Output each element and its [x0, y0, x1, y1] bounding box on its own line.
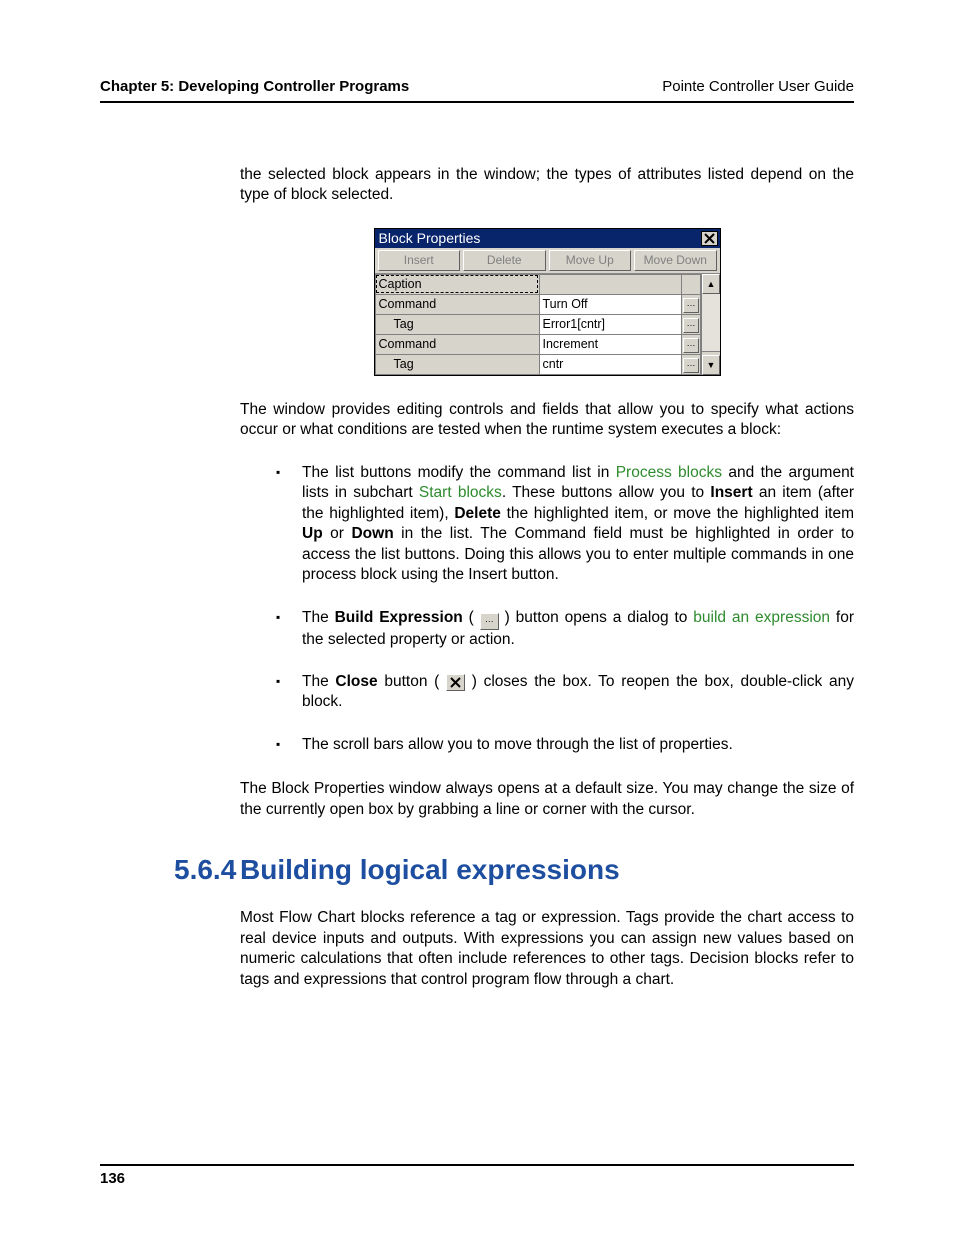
property-ellipsis-cell[interactable]: … [682, 294, 701, 314]
dialog-toolbar: Insert Delete Move Up Move Down [375, 248, 720, 274]
properties-table: CaptionCommandTurn Off…TagError1[cntr]…C… [375, 274, 702, 375]
table-row: CommandIncrement… [375, 334, 701, 354]
property-value[interactable] [539, 274, 682, 294]
ellipsis-icon[interactable]: … [683, 298, 699, 313]
table-row: CommandTurn Off… [375, 294, 701, 314]
scroll-down-icon[interactable]: ▼ [702, 355, 719, 375]
property-value[interactable]: Turn Off [539, 294, 682, 314]
dialog-grid: CaptionCommandTurn Off…TagError1[cntr]…C… [375, 274, 720, 375]
page-header: Chapter 5: Developing Controller Program… [100, 78, 854, 103]
block-properties-dialog: Block Properties Insert Delete Move Up M… [374, 228, 721, 376]
scroll-up-icon[interactable]: ▲ [702, 274, 719, 294]
document-page: Chapter 5: Developing Controller Program… [0, 0, 954, 1235]
property-label[interactable]: Tag [375, 354, 539, 374]
move-up-button[interactable]: Move Up [549, 250, 632, 271]
property-label[interactable]: Tag [375, 314, 539, 334]
property-ellipsis-cell [682, 274, 701, 294]
property-ellipsis-cell[interactable]: … [682, 314, 701, 334]
bullet-list: The list buttons modify the command list… [240, 463, 854, 756]
build-expression-icon[interactable] [480, 613, 499, 630]
build-expression-link[interactable]: build an expression [693, 609, 830, 626]
property-ellipsis-cell[interactable]: … [682, 334, 701, 354]
close-button-icon[interactable] [446, 674, 465, 691]
paragraph-after-bullets: The Block Properties window always opens… [240, 779, 854, 820]
intro-paragraph: the selected block appears in the window… [240, 165, 854, 206]
list-item: The Close button ( ) closes the box. To … [276, 672, 854, 713]
move-down-button[interactable]: Move Down [634, 250, 717, 271]
list-item: The list buttons modify the command list… [276, 463, 854, 586]
guide-title: Pointe Controller User Guide [662, 78, 854, 95]
ellipsis-icon[interactable]: … [683, 358, 699, 373]
section-title: Building logical expressions [240, 854, 620, 886]
section-number: 5.6.4 [100, 854, 240, 886]
table-row: Caption [375, 274, 701, 294]
section-paragraph: Most Flow Chart blocks reference a tag o… [240, 908, 854, 990]
table-row: Tagcntr… [375, 354, 701, 374]
page-footer: 136 [100, 1164, 854, 1187]
close-icon[interactable] [701, 231, 718, 246]
property-value[interactable]: cntr [539, 354, 682, 374]
start-blocks-link[interactable]: Start blocks [419, 484, 502, 501]
list-item: The scroll bars allow you to move throug… [276, 735, 854, 755]
scrollbar-track[interactable] [702, 294, 719, 351]
section-heading: 5.6.4 Building logical expressions [100, 854, 854, 886]
ellipsis-icon[interactable]: … [683, 318, 699, 333]
dialog-titlebar[interactable]: Block Properties [375, 229, 720, 248]
page-body: the selected block appears in the window… [240, 165, 854, 990]
page-number: 136 [100, 1170, 125, 1187]
vertical-scrollbar[interactable]: ▲ ▼ [701, 274, 719, 375]
paragraph-after-dialog: The window provides editing controls and… [240, 400, 854, 441]
dialog-title: Block Properties [379, 230, 699, 246]
property-ellipsis-cell[interactable]: … [682, 354, 701, 374]
chapter-title: Chapter 5: Developing Controller Program… [100, 78, 409, 95]
property-label[interactable]: Command [375, 334, 539, 354]
insert-button[interactable]: Insert [378, 250, 461, 271]
table-row: TagError1[cntr]… [375, 314, 701, 334]
delete-button[interactable]: Delete [463, 250, 546, 271]
process-blocks-link[interactable]: Process blocks [616, 464, 722, 481]
property-value[interactable]: Increment [539, 334, 682, 354]
property-label[interactable]: Command [375, 294, 539, 314]
list-item: The Build Expression ( ) button opens a … [276, 608, 854, 650]
property-value[interactable]: Error1[cntr] [539, 314, 682, 334]
ellipsis-icon[interactable]: … [683, 338, 699, 353]
property-label[interactable]: Caption [375, 274, 539, 294]
